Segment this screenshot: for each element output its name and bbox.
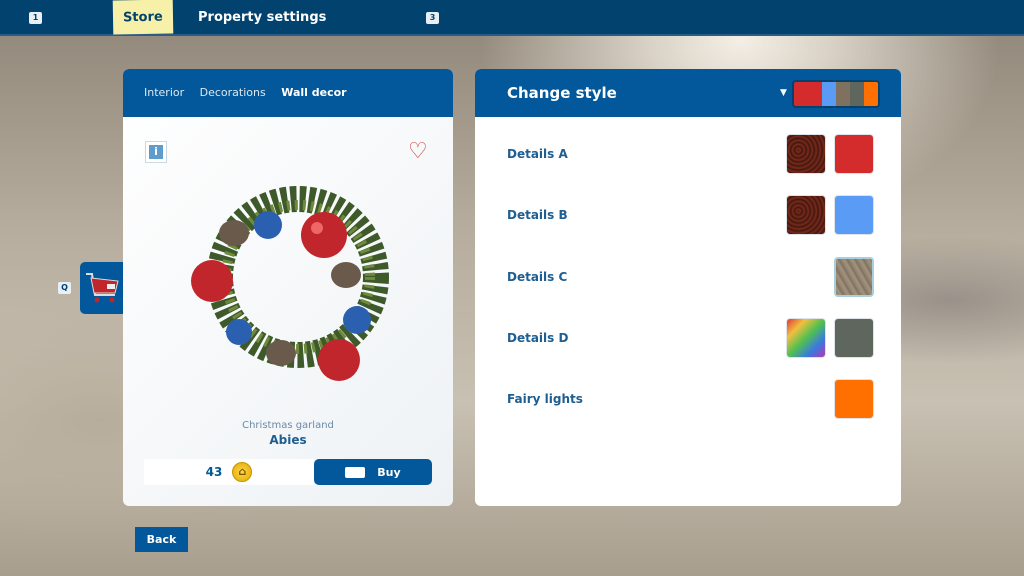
coin-icon: ⌂ — [232, 462, 253, 482]
shopping-cart-icon — [85, 273, 119, 303]
style-row: Details B — [475, 195, 901, 256]
breadcrumb-decorations[interactable]: Decorations — [200, 86, 266, 99]
price-value: 43 — [205, 465, 223, 479]
buy-button[interactable]: Buy — [314, 459, 432, 485]
tab-store[interactable]: Store — [112, 0, 174, 35]
cart-button[interactable] — [80, 262, 123, 314]
key-hint-cart: Q — [58, 282, 71, 294]
palette-color — [850, 82, 865, 106]
color-swatch[interactable] — [834, 195, 874, 236]
style-row: Details C — [475, 256, 901, 318]
material-swatch-rust[interactable] — [786, 134, 826, 174]
color-swatch[interactable] — [834, 379, 874, 420]
material-swatch-rust[interactable] — [786, 195, 826, 236]
product-panel: Interior Decorations Wall decor i ♡ Chri… — [123, 69, 453, 506]
palette-color — [864, 82, 878, 106]
style-row-label: Details A — [507, 147, 568, 161]
product-category: Christmas garland — [242, 420, 334, 431]
style-row-label: Fairy lights — [507, 392, 583, 407]
palette-color — [835, 82, 851, 106]
tab-property-settings[interactable]: Property settings — [198, 0, 326, 36]
price-display: 43 ⌂ — [144, 459, 314, 485]
info-button[interactable]: i — [145, 141, 167, 163]
breadcrumb-wall-decor: Wall decor — [281, 86, 347, 99]
palette-color — [794, 82, 822, 106]
dropdown-caret-icon[interactable]: ▼ — [780, 88, 787, 98]
breadcrumb-interior[interactable]: Interior — [144, 86, 184, 99]
style-row: Fairy lights — [475, 379, 901, 440]
material-swatch-rainbow[interactable] — [786, 317, 826, 358]
style-panel-title: Change style — [507, 84, 617, 102]
breadcrumb: Interior Decorations Wall decor — [123, 69, 453, 117]
key-hint-right: 3 — [426, 12, 439, 24]
product-image-wreath — [191, 186, 389, 381]
space-key-icon — [345, 466, 366, 478]
palette-preset-dropdown[interactable] — [792, 80, 880, 108]
style-row-label: Details D — [507, 330, 569, 345]
style-row: Details A — [475, 134, 901, 195]
back-button[interactable]: Back — [135, 527, 188, 552]
style-panel: Change style ▼ Details A Details B Details… — [475, 69, 901, 506]
buy-label: Buy — [377, 465, 401, 479]
favorite-heart-icon[interactable]: ♡ — [408, 139, 428, 164]
info-icon: i — [149, 145, 163, 159]
style-row-label: Details B — [507, 208, 568, 223]
style-row-label: Details C — [507, 269, 568, 284]
product-name: Abies — [269, 433, 307, 447]
key-hint-left: 1 — [29, 12, 42, 24]
color-swatch[interactable] — [834, 317, 874, 358]
palette-color — [821, 82, 836, 106]
style-row: Details D — [475, 317, 901, 379]
top-bar: 1 Store Property settings 3 — [0, 0, 1024, 36]
material-swatch-wood[interactable] — [834, 256, 874, 297]
color-swatch[interactable] — [834, 134, 874, 174]
